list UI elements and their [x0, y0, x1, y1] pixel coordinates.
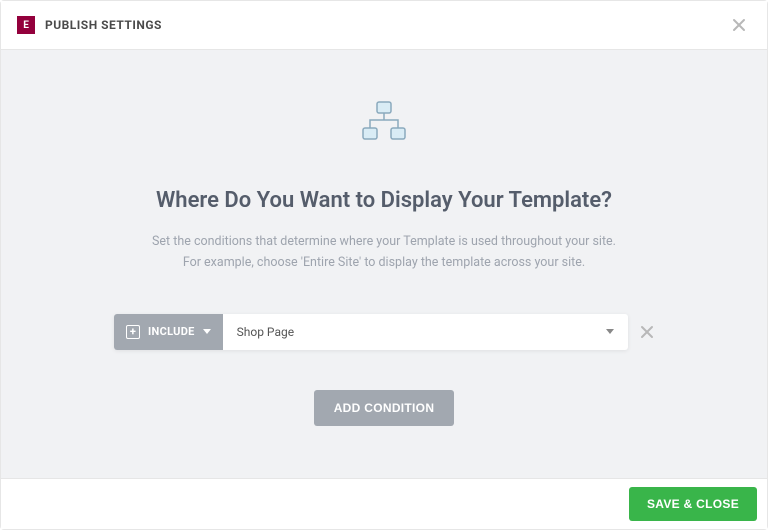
sitemap-illustration-icon	[359, 100, 409, 148]
condition-bar: + INCLUDE Shop Page	[114, 314, 628, 350]
modal-header: E PUBLISH SETTINGS	[1, 1, 767, 50]
modal-footer: SAVE & CLOSE	[1, 478, 767, 529]
include-mode-dropdown[interactable]: + INCLUDE	[114, 314, 223, 350]
close-icon	[731, 17, 747, 33]
caret-down-icon	[203, 329, 211, 334]
plus-icon: +	[126, 325, 140, 339]
main-heading: Where Do You Want to Display Your Templa…	[156, 188, 612, 213]
publish-settings-modal: E PUBLISH SETTINGS Where Do You Want to …	[0, 0, 768, 530]
condition-row: + INCLUDE Shop Page	[114, 314, 654, 350]
modal-content: Where Do You Want to Display Your Templa…	[1, 50, 767, 478]
add-condition-button[interactable]: ADD CONDITION	[314, 390, 455, 426]
modal-title: PUBLISH SETTINGS	[45, 18, 162, 32]
elementor-logo-icon: E	[17, 16, 35, 34]
condition-select[interactable]: Shop Page	[223, 314, 628, 350]
header-left: E PUBLISH SETTINGS	[17, 16, 162, 34]
include-label: INCLUDE	[148, 325, 195, 338]
logo-letter: E	[23, 20, 29, 31]
caret-down-icon	[606, 329, 614, 334]
save-close-button[interactable]: SAVE & CLOSE	[629, 487, 757, 521]
description-text: Set the conditions that determine where …	[152, 231, 616, 274]
close-button[interactable]	[727, 13, 751, 37]
remove-condition-button[interactable]	[640, 325, 654, 339]
condition-selected-value: Shop Page	[237, 325, 294, 339]
close-icon	[640, 325, 654, 339]
